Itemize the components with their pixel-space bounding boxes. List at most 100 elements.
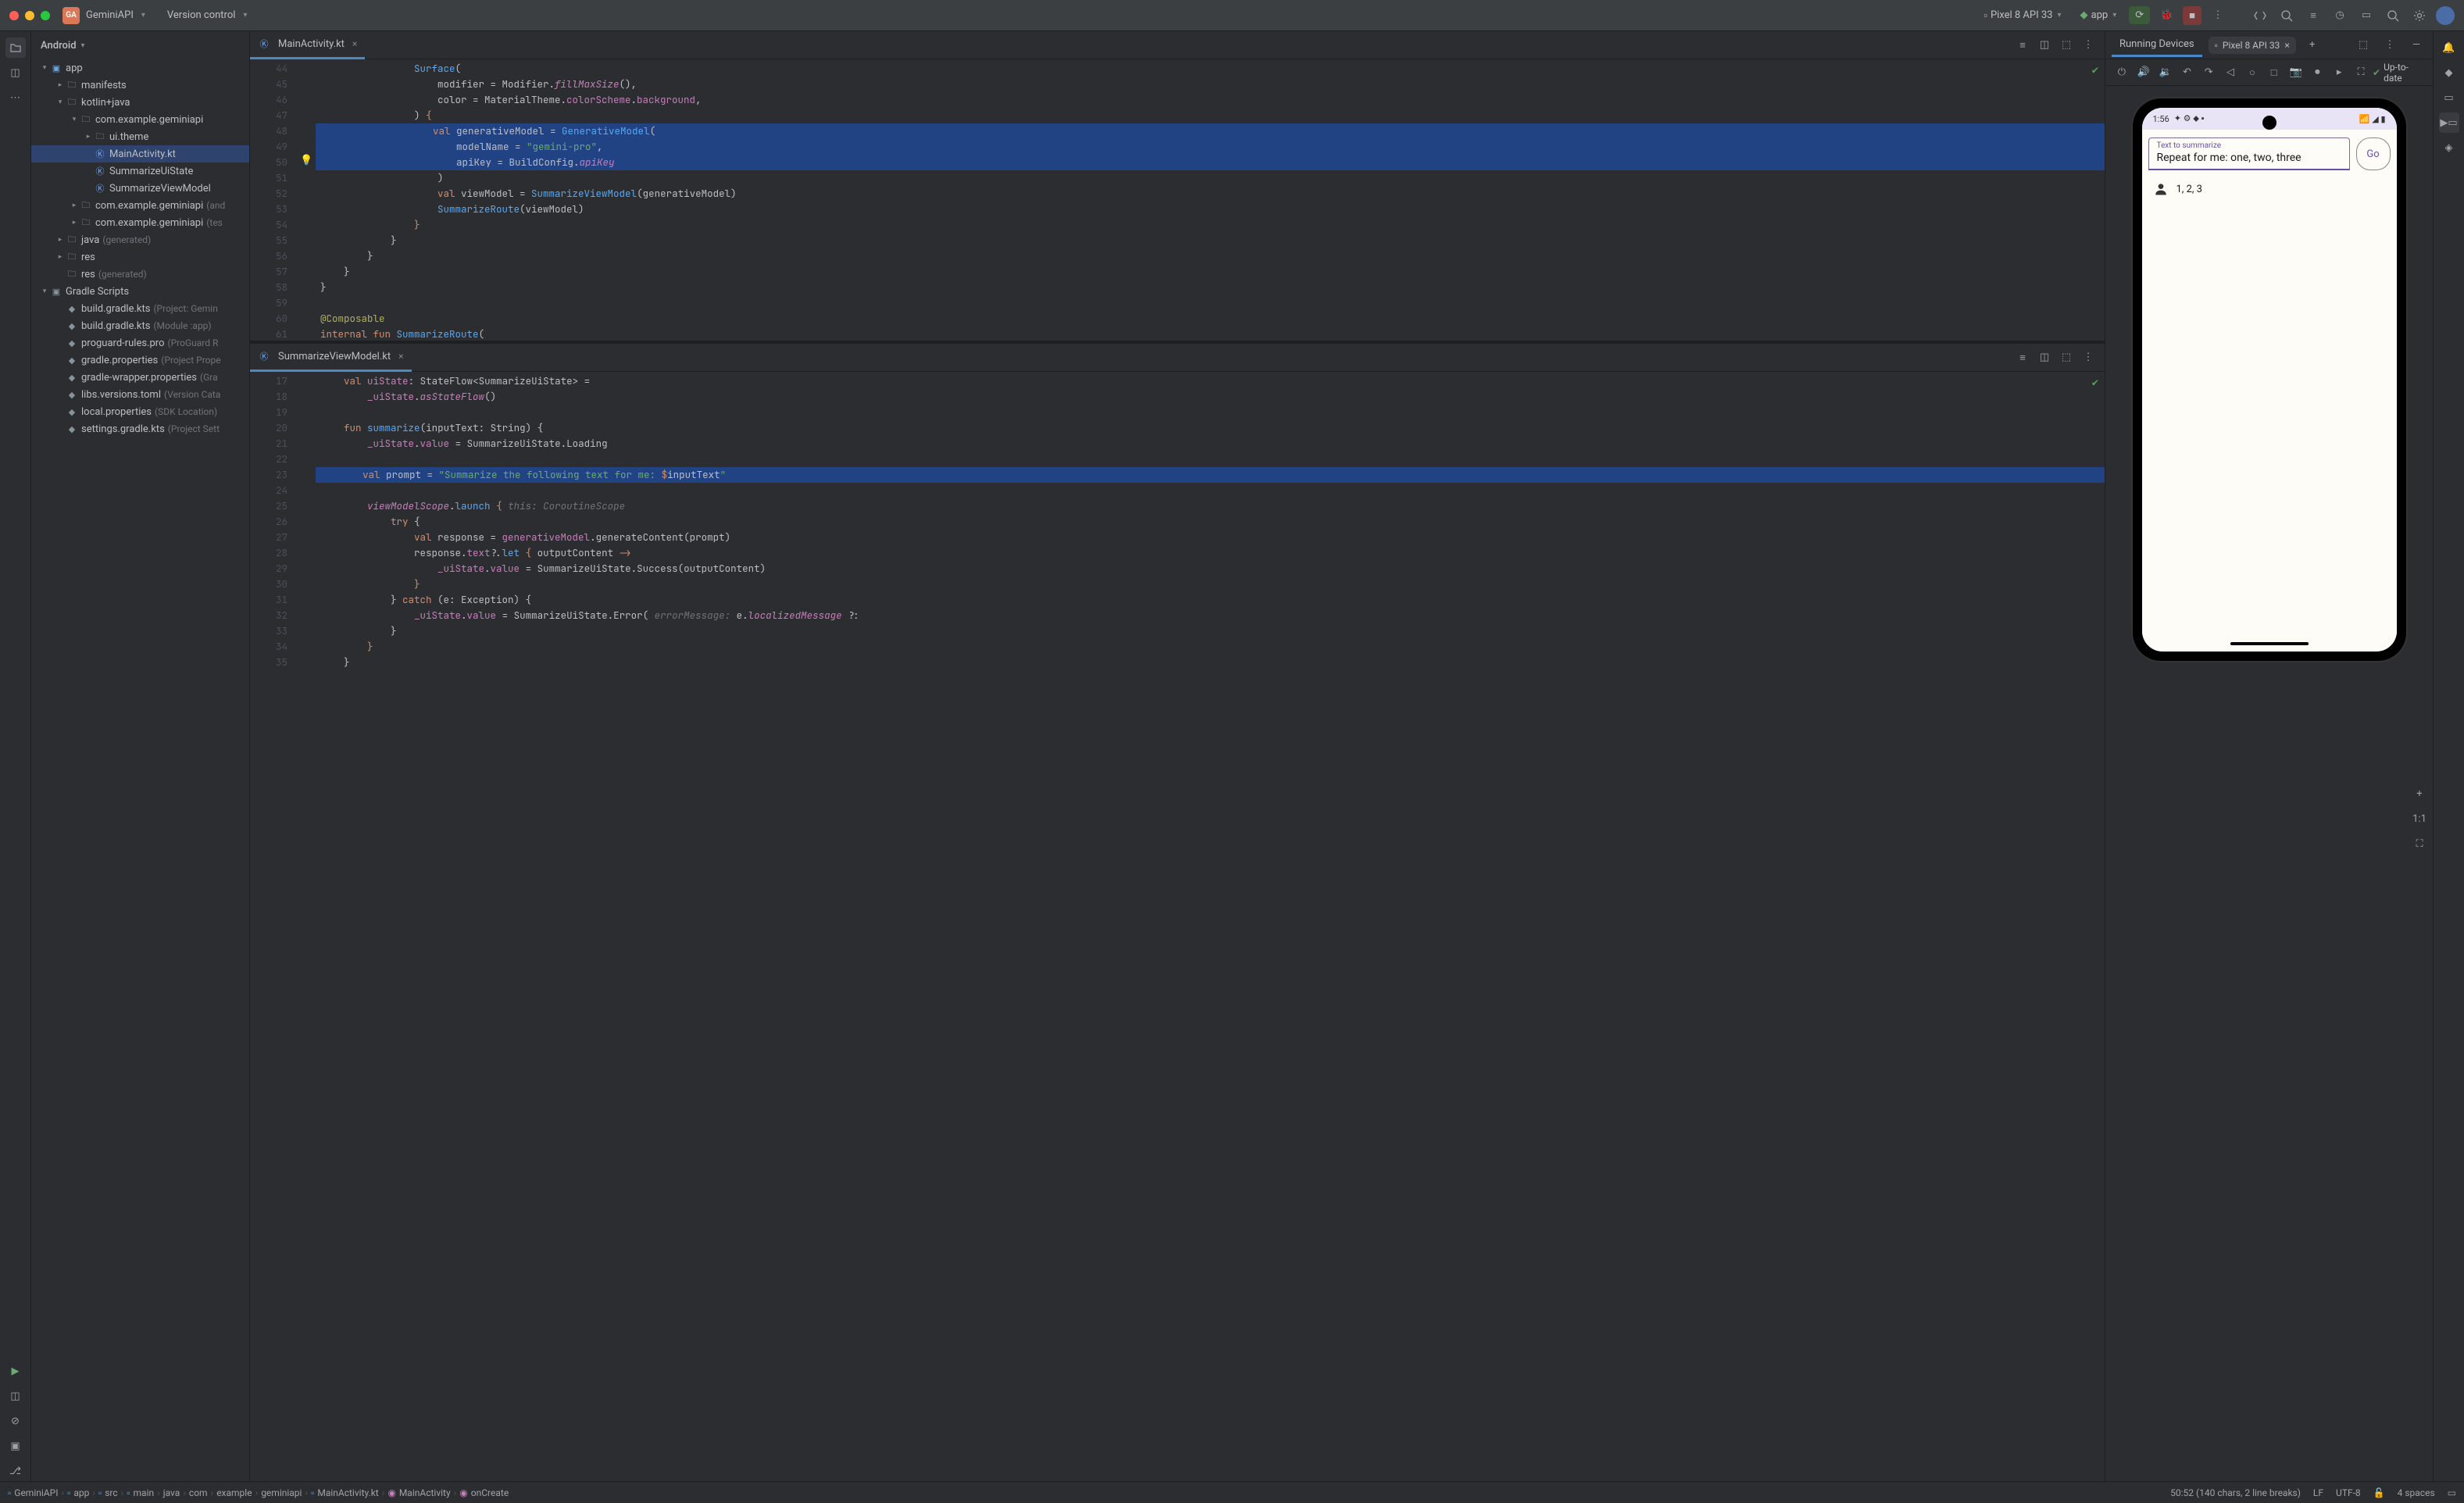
rotate-left-button[interactable]: ↶ (2177, 62, 2197, 83)
zoom-fit-button[interactable]: 1:1 (2409, 809, 2430, 829)
tree-node-proguard[interactable]: ◆proguard-rules.pro(ProGuard R (31, 334, 249, 352)
running-devices-tab[interactable]: Running Devices (2112, 34, 2202, 57)
extended-controls-button[interactable]: ▸ (2329, 62, 2349, 83)
vcs-menu[interactable]: Version control (167, 9, 236, 21)
reader-mode-button[interactable]: ≡ (2012, 348, 2033, 368)
device-manager-button[interactable]: ▭ (2439, 87, 2459, 108)
tree-node-gradle-props[interactable]: ◆gradle.properties(Project Prope (31, 352, 249, 369)
volume-down-button[interactable]: 🔉 (2155, 62, 2176, 83)
project-panel-header[interactable]: Android ▾ (31, 31, 249, 59)
breadcrumb-item[interactable]: geminiapi (261, 1487, 302, 1498)
editor-bottom[interactable]: 17181920212223242526272829303132333435 ✔… (250, 372, 2105, 1481)
more-actions-button[interactable]: ⋮ (2208, 5, 2228, 26)
project-name[interactable]: GeminiAPI (86, 9, 134, 21)
panel-more-button[interactable]: ⋮ (2380, 35, 2400, 55)
close-device-button[interactable]: × (2284, 40, 2289, 51)
tab-main-activity[interactable]: Ⓚ MainActivity.kt × (250, 31, 365, 59)
breadcrumb-item[interactable]: ▫ src (98, 1487, 118, 1498)
zoom-out-button[interactable]: ⛶ (2409, 834, 2430, 854)
problems-button[interactable]: ⊘ (5, 1411, 26, 1431)
maximize-window-icon[interactable] (41, 11, 50, 20)
back-button[interactable]: ◁ (2220, 62, 2241, 83)
tree-node-package[interactable]: ▸🗀com.example.geminiapi(and (31, 197, 249, 214)
tree-node-summarize-uistate[interactable]: ⓀSummarizeUiState (31, 162, 249, 180)
structure-tool-button[interactable]: ⋯ (5, 87, 26, 108)
zoom-in-button[interactable]: + (2409, 784, 2430, 804)
window-mode-button[interactable]: ⬚ (2353, 35, 2373, 55)
go-button[interactable]: Go (2356, 137, 2391, 170)
minimize-window-icon[interactable] (25, 11, 34, 20)
gradle-button[interactable]: ◆ (2439, 62, 2459, 83)
project-tree[interactable]: ▾▣app ▸🗀manifests ▾🗀kotlin+java ▾🗀com.ex… (31, 59, 249, 1481)
close-tab-button[interactable]: × (398, 351, 403, 362)
sync-button[interactable]: ≡ (2303, 5, 2323, 26)
logcat-button[interactable]: ◫ (5, 1386, 26, 1406)
float-button[interactable]: ⬚ (2056, 348, 2077, 368)
search-everywhere-button[interactable] (2383, 5, 2403, 26)
chevron-down-icon[interactable]: ▾ (141, 11, 145, 20)
split-button[interactable]: ◫ (2034, 348, 2055, 368)
breadcrumb-item[interactable]: ◉ onCreate (459, 1487, 509, 1498)
tree-node-gradle-wrapper[interactable]: ◆gradle-wrapper.properties(Gra (31, 369, 249, 386)
float-button[interactable]: ⬚ (2056, 35, 2077, 55)
breadcrumb-item[interactable]: ▫ GeminiAPI (8, 1487, 58, 1498)
more-button[interactable]: ⋮ (2078, 348, 2098, 368)
tree-node-gradle-scripts[interactable]: ▾▣Gradle Scripts (31, 283, 249, 300)
tree-node-build-gradle[interactable]: ◆build.gradle.kts(Project: Gemin (31, 300, 249, 317)
code-area[interactable]: ✔ Surface( modifier = Modifier.fillMaxSi… (316, 59, 2105, 341)
tree-node-main-activity[interactable]: ⓀMainActivity.kt (31, 145, 249, 162)
device-selector[interactable]: ▫ Pixel 8 API 33 ▾ (1977, 6, 2067, 25)
minimize-panel-button[interactable]: — (2406, 35, 2427, 55)
running-devices-button[interactable]: ▶▭ (2439, 112, 2459, 133)
indent-setting[interactable]: 4 spaces (2398, 1487, 2435, 1498)
debug-button[interactable]: 🐞 (2156, 5, 2177, 26)
inspection-ok-icon[interactable]: ✔ (2092, 62, 2098, 78)
more-button[interactable]: ⋮ (2078, 35, 2098, 55)
tree-node-settings-gradle[interactable]: ◆settings.gradle.kts(Project Sett (31, 420, 249, 437)
vcs-tool-button[interactable]: ⎇ (5, 1461, 26, 1481)
close-window-icon[interactable] (9, 11, 19, 20)
close-tab-button[interactable]: × (352, 38, 357, 49)
tree-node-res-gen[interactable]: 🗀res(generated) (31, 266, 249, 283)
phone-screen[interactable]: 1:56 ✦ ⚙ ⬥ ▪ 📶 ◢ ▮ Text to summarize Rep… (2142, 108, 2397, 652)
notifications-button[interactable]: 🔔 (2439, 37, 2459, 58)
rotate-right-button[interactable]: ↷ (2198, 62, 2219, 83)
breadcrumb-item[interactable]: ▫ MainActivity.kt (311, 1487, 379, 1498)
breadcrumb-item[interactable]: example (216, 1487, 252, 1498)
terminal-button[interactable]: ▣ (5, 1436, 26, 1456)
inspection-ok-icon[interactable]: ✔ (2092, 375, 2098, 391)
emulator-button[interactable]: ◈ (2439, 137, 2459, 158)
search-button[interactable] (2277, 5, 2297, 26)
tree-node-kotlin-java[interactable]: ▾🗀kotlin+java (31, 94, 249, 111)
reader-mode-button[interactable]: ≡ (2012, 35, 2033, 55)
tree-node-summarize-vm[interactable]: ⓀSummarizeViewModel (31, 180, 249, 197)
home-button[interactable]: ○ (2242, 62, 2262, 83)
breadcrumbs[interactable]: ▫ GeminiAPI›▫ app›▫ src›▫ main›java›com›… (8, 1487, 509, 1498)
android-nav-bar[interactable] (2142, 636, 2397, 652)
file-encoding[interactable]: UTF-8 (2336, 1487, 2361, 1498)
stop-button[interactable]: ■ (2183, 6, 2202, 25)
project-tool-button[interactable] (5, 37, 26, 58)
code-with-me-button[interactable] (2250, 5, 2270, 26)
breadcrumb-item[interactable]: java (163, 1487, 180, 1498)
breadcrumb-item[interactable]: com (189, 1487, 208, 1498)
run-config-selector[interactable]: ◆ app ▾ (2074, 6, 2123, 24)
tab-summarize-vm[interactable]: Ⓚ SummarizeViewModel.kt × (250, 344, 412, 372)
profiler-button[interactable]: ◷ (2330, 5, 2350, 26)
resource-manager-button[interactable]: ◫ (5, 62, 26, 83)
tree-node-build-gradle[interactable]: ◆build.gradle.kts(Module :app) (31, 317, 249, 334)
rerun-button[interactable]: ⟳ (2129, 6, 2150, 24)
breadcrumb-item[interactable]: ▫ main (127, 1487, 154, 1498)
cursor-position[interactable]: 50:52 (140 chars, 2 line breaks) (2170, 1487, 2301, 1498)
status-more-button[interactable]: ▭ (2448, 1487, 2456, 1498)
tree-node-app[interactable]: ▾▣app (31, 59, 249, 77)
tree-node-java-gen[interactable]: ▸🗀java(generated) (31, 231, 249, 248)
split-button[interactable]: ◫ (2034, 35, 2055, 55)
lightbulb-icon[interactable]: 💡 (300, 155, 312, 166)
chevron-down-icon[interactable]: ▾ (243, 11, 247, 20)
tree-node-local-props[interactable]: ◆local.properties(SDK Location) (31, 403, 249, 420)
tree-node-package[interactable]: ▾🗀com.example.geminiapi (31, 111, 249, 128)
resize-button[interactable]: ⛶ (2351, 62, 2371, 83)
settings-button[interactable] (2409, 5, 2430, 26)
screenshot-button[interactable]: 📷 (2286, 62, 2306, 83)
